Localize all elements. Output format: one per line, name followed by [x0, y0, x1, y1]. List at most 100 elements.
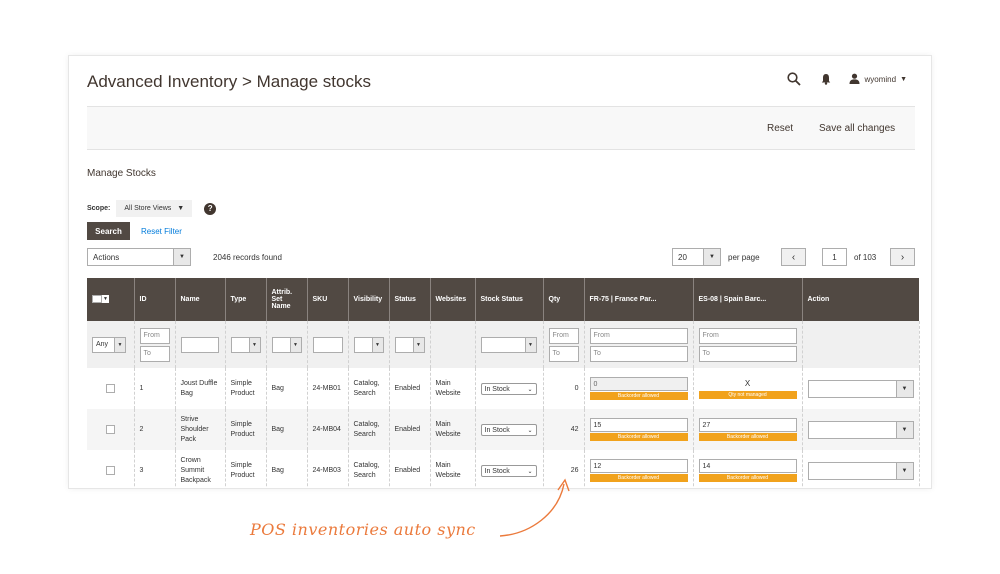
visibility-cell: Catalog, Search — [348, 409, 390, 450]
column-header[interactable]: Qty — [543, 278, 585, 321]
id-cell: 2 — [134, 409, 176, 450]
visibility-filter-select[interactable]: ▼ — [353, 336, 384, 353]
scope-select[interactable]: All Store Views ▼ — [116, 200, 193, 217]
type-filter-select[interactable]: ▼ — [230, 336, 261, 353]
page-number-input[interactable]: 1 — [822, 248, 847, 266]
fr-backorder-badge: Backorder allowed — [589, 392, 688, 400]
user-menu[interactable]: wyomind ▼ — [849, 73, 907, 86]
es-backorder-badge: Backorder allowed — [698, 474, 797, 482]
save-all-changes-button[interactable]: Save all changes — [819, 123, 895, 134]
column-header[interactable]: Type — [225, 278, 267, 321]
fr-qty-input[interactable]: 15 — [589, 418, 688, 432]
stock-status-select[interactable]: In Stock ⌄ — [480, 382, 537, 395]
reset-filter-link[interactable]: Reset Filter — [141, 227, 182, 236]
column-header[interactable]: Name — [175, 278, 226, 321]
stock-status-value: In Stock — [484, 385, 510, 393]
websites-cell: Main Website — [430, 368, 476, 409]
chevron-down-icon: ▼ — [371, 337, 383, 352]
row-checkbox-cell — [87, 450, 135, 488]
fr-from-input[interactable]: From — [589, 327, 688, 344]
fr-to-input[interactable]: To — [589, 345, 688, 362]
row-action-select[interactable]: ▼ — [807, 379, 914, 398]
chevron-down-icon: ▼ — [289, 337, 301, 352]
header-actions: wyomind ▼ — [785, 70, 907, 88]
help-icon[interactable]: ? — [204, 202, 217, 215]
es-backorder-badge: Backorder allowed — [698, 433, 797, 441]
websites-cell: Main Website — [430, 450, 476, 488]
name-cell: Joust Duffle Bag — [175, 368, 226, 409]
row-checkbox[interactable] — [105, 425, 115, 434]
row-checkbox[interactable] — [105, 384, 115, 393]
column-header[interactable]: FR-75 | France Par... — [584, 278, 694, 321]
scope-switcher: Scope: All Store Views ▼ ? — [87, 200, 217, 217]
grid-header-row: ▼ ID Name Type Attrib. Set Name SKU Visi… — [87, 278, 919, 321]
column-header[interactable]: Visibility — [348, 278, 390, 321]
type-cell: Simple Product — [225, 368, 267, 409]
id-to-input[interactable]: To — [139, 345, 170, 362]
qty-cell: 0 — [543, 368, 585, 409]
chevron-down-icon: ▼ — [177, 205, 185, 212]
es-qty-input[interactable]: 27 — [698, 418, 797, 432]
column-header[interactable]: Stock Status — [475, 278, 544, 321]
per-page-select[interactable]: 20 ▼ — [672, 248, 721, 266]
es-qty-input[interactable]: 14 — [698, 459, 797, 473]
section-title: Manage Stocks — [87, 168, 156, 179]
stock-status-select[interactable]: In Stock ⌄ — [480, 423, 537, 436]
next-page-button[interactable]: › — [890, 248, 915, 266]
sku-cell: 24-MB01 — [307, 368, 349, 409]
action-cell: ▼ — [802, 409, 920, 450]
id-from-input[interactable]: From — [139, 327, 170, 344]
filter-cell: ▼ — [266, 321, 308, 368]
select-filter[interactable]: Any ▼ — [92, 336, 126, 353]
es-stock-cell: 27 Backorder allowed — [693, 409, 803, 450]
column-header[interactable]: Websites — [430, 278, 476, 321]
sku-cell: 24-MB03 — [307, 450, 349, 488]
id-cell: 1 — [134, 368, 176, 409]
chevron-down-icon: ▼ — [895, 462, 913, 479]
column-header[interactable]: ID — [134, 278, 176, 321]
records-count: 2046 records found — [213, 253, 282, 262]
column-header[interactable]: Status — [389, 278, 431, 321]
row-checkbox[interactable] — [105, 466, 115, 475]
stock-status-filter-select[interactable]: ▼ — [480, 336, 537, 353]
search-icon[interactable] — [785, 70, 803, 88]
main-panel: Advanced Inventory > Manage stocks wyomi… — [68, 55, 932, 489]
per-page-label: per page — [728, 253, 760, 262]
es-from-input[interactable]: From — [698, 327, 797, 344]
total-pages: of 103 — [854, 253, 877, 262]
status-cell: Enabled — [389, 368, 431, 409]
filter-cell: ▼ — [389, 321, 431, 368]
filter-cell — [307, 321, 349, 368]
annotation-arrow — [499, 478, 570, 537]
type-cell: Simple Product — [225, 450, 267, 488]
name-filter-input[interactable] — [180, 336, 219, 353]
column-header[interactable]: ES-08 | Spain Barc... — [693, 278, 803, 321]
reset-button[interactable]: Reset — [767, 123, 793, 134]
qty-from-input[interactable]: From — [548, 327, 579, 344]
search-button[interactable]: Search — [87, 222, 130, 240]
filter-any-value: Any — [96, 340, 109, 348]
user-name: wyomind — [864, 74, 897, 84]
fr-qty-input[interactable]: 12 — [589, 459, 688, 473]
previous-page-button[interactable]: ‹ — [781, 248, 806, 266]
select-all-header[interactable]: ▼ — [87, 278, 135, 321]
stock-grid: ▼ ID Name Type Attrib. Set Name SKU Visi… — [87, 278, 920, 488]
mass-actions-value: Actions — [93, 253, 120, 262]
column-header[interactable]: Attrib. Set Name — [266, 278, 308, 321]
row-action-select[interactable]: ▼ — [807, 461, 914, 480]
es-to-input[interactable]: To — [698, 345, 797, 362]
fr-backorder-badge: Backorder allowed — [589, 433, 688, 441]
row-action-select[interactable]: ▼ — [807, 420, 914, 439]
attrib-set-filter-select[interactable]: ▼ — [271, 336, 302, 353]
table-row: 2 Strive Shoulder Pack Simple Product Ba… — [87, 409, 920, 450]
status-filter-select[interactable]: ▼ — [394, 336, 425, 353]
qty-to-input[interactable]: To — [548, 345, 579, 362]
sku-filter-input[interactable] — [312, 336, 343, 353]
chevron-down-icon: ▼ — [703, 249, 720, 265]
fr-qty-input[interactable]: 0 — [589, 377, 688, 391]
visibility-cell: Catalog, Search — [348, 450, 390, 488]
es-qty-badge: Qty not managed — [698, 391, 797, 399]
mass-actions-select[interactable]: Actions ▼ — [87, 248, 191, 266]
column-header[interactable]: SKU — [307, 278, 349, 321]
bell-icon[interactable] — [817, 70, 835, 88]
